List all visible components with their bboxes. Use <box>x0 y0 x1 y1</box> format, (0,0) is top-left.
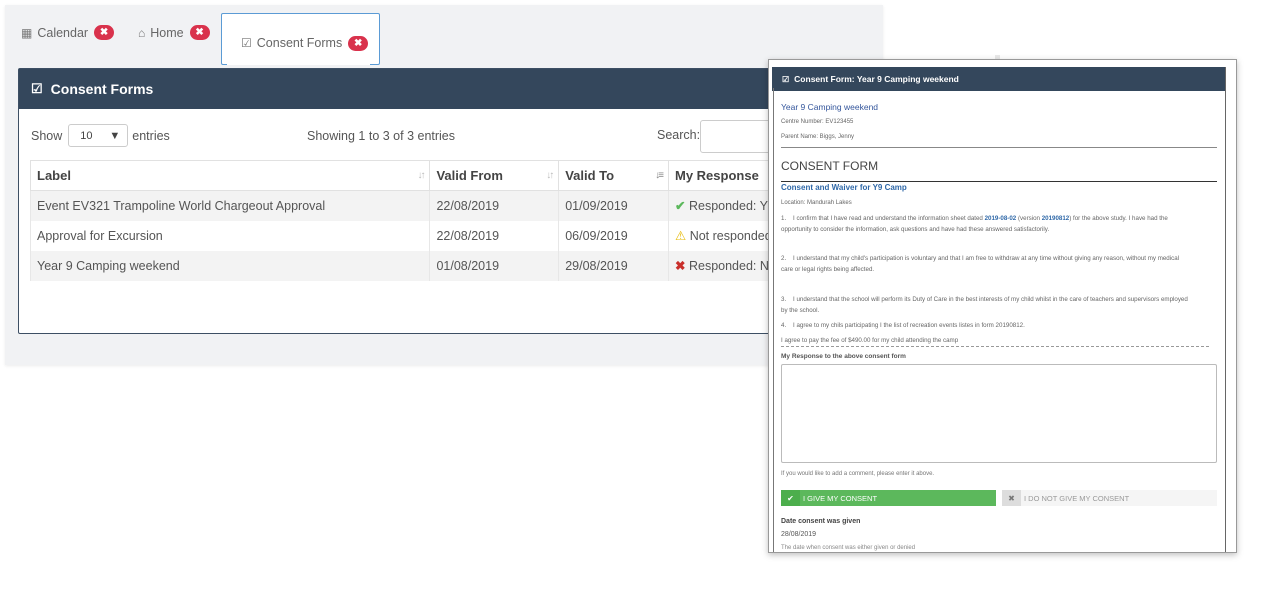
cell-valid-to: 29/08/2019 <box>558 250 669 281</box>
tab-calendar-label: Calendar <box>37 25 89 40</box>
entries-control: Show 10 ▼ entries <box>31 124 170 147</box>
event-name: Year 9 Camping weekend <box>781 102 879 112</box>
parent-name: Parent Name: Biggs, Jenny <box>781 134 855 140</box>
form-subtitle: Consent and Waiver for Y9 Camp <box>781 183 907 192</box>
table-row[interactable]: Approval for Excursion 22/08/2019 06/09/… <box>29 220 790 251</box>
tab-home[interactable]: ⌂ Home ✖ <box>138 25 210 40</box>
search-label: Search: <box>657 128 701 142</box>
close-icon[interactable]: ✖ <box>348 35 369 51</box>
fee-line: I agree to pay the fee of $490.00 for my… <box>781 337 959 344</box>
close-icon[interactable]: ✖ <box>189 25 210 40</box>
close-icon[interactable]: ✖ <box>94 25 115 40</box>
check-square-icon: ☑ <box>782 74 790 84</box>
cell-label: Event EV321 Trampoline World Chargeout A… <box>29 190 431 221</box>
date-value: 28/08/2019 <box>781 531 817 538</box>
cross-icon: ✖ <box>1002 490 1021 506</box>
header-label[interactable]: Label ↓↑ <box>29 160 431 191</box>
screen: ▦ Calendar ✖ ⌂ Home ✖ ☑ Consent Forms ✖ … <box>0 0 1282 606</box>
sort-icon: ↓↑ <box>546 170 554 181</box>
calendar-icon: ▦ <box>21 25 33 40</box>
chevron-down-icon: ▼ <box>109 129 121 142</box>
clause-2: 2. I understand that my child's participa… <box>781 255 1180 273</box>
modal-left-border <box>773 88 774 552</box>
header-valid-to[interactable]: Valid To ↓≡ <box>558 160 669 191</box>
table-row[interactable]: Year 9 Camping weekend 01/08/2019 29/08/… <box>29 250 790 281</box>
centre-number: Centre Number: EV123455 <box>781 119 854 125</box>
give-consent-label: I GIVE MY CONSENT <box>803 493 878 503</box>
consent-table: Label ↓↑ Valid From ↓↑ Valid To ↓≡ My Respo… <box>29 160 790 281</box>
table-row[interactable]: Event EV321 Trampoline World Chargeout A… <box>29 190 790 221</box>
cell-valid-to: 06/09/2019 <box>558 220 669 251</box>
show-label: Show <box>31 128 63 143</box>
header-valid-from[interactable]: Valid From ↓↑ <box>429 160 560 191</box>
tab-calendar[interactable]: ▦ Calendar ✖ <box>21 25 115 40</box>
cell-label: Approval for Excursion <box>29 220 431 251</box>
modal-header: ☑ Consent Form: Year 9 Camping weekend <box>772 67 1225 91</box>
table-controls: Show 10 ▼ entries Showing 1 to 3 of 3 en… <box>19 109 882 161</box>
cell-valid-from: 22/08/2019 <box>429 220 560 251</box>
check-icon: ✔ <box>781 490 800 506</box>
tab-home-label: Home <box>150 25 184 40</box>
comment-hint: If you would like to add a comment, plea… <box>781 471 935 477</box>
consent-form-modal: ☑ Consent Form: Year 9 Camping weekend Y… <box>768 59 1237 553</box>
check-icon: ✔ <box>675 199 686 214</box>
date-note: The date when consent was either given o… <box>781 545 916 551</box>
card-header: ☑ Consent Forms <box>19 69 882 109</box>
app-panel: ▦ Calendar ✖ ⌂ Home ✖ ☑ Consent Forms ✖ … <box>5 5 883 365</box>
check-square-icon: ☑ <box>31 81 43 96</box>
modal-right-border <box>1225 67 1226 552</box>
clause-3: 3. I understand that the school will perf… <box>781 296 1188 314</box>
entries-label: entries <box>132 128 170 143</box>
date-label: Date consent was given <box>781 518 861 525</box>
home-icon: ⌂ <box>138 25 146 40</box>
sort-desc-icon: ↓≡ <box>655 170 664 181</box>
response-comment-input[interactable] <box>781 364 1217 463</box>
tab-consent-forms-label: Consent Forms <box>256 36 343 50</box>
location: Location: Mandurah Lakes <box>781 200 852 206</box>
divider <box>781 181 1217 182</box>
warning-icon: ⚠ <box>675 229 687 243</box>
tab-bar: ▦ Calendar ✖ ⌂ Home ✖ ☑ Consent Forms ✖ <box>5 5 883 65</box>
clause-4: 4. I agree to my chils participating I th… <box>781 322 1025 329</box>
tab-consent-forms[interactable]: ☑ Consent Forms ✖ <box>221 13 380 65</box>
cell-valid-from: 01/08/2019 <box>429 250 560 281</box>
form-title: CONSENT FORM <box>781 159 879 173</box>
deny-consent-label: I DO NOT GIVE MY CONSENT <box>1024 493 1130 503</box>
card-title: Consent Forms <box>50 81 154 97</box>
table-info: Showing 1 to 3 of 3 entries <box>307 129 456 143</box>
divider <box>781 147 1217 148</box>
deny-consent-button[interactable]: ✖ I DO NOT GIVE MY CONSENT <box>1002 490 1217 506</box>
sort-icon: ↓↑ <box>417 170 425 181</box>
clause-1: 1. I confirm that I have read and underst… <box>781 215 1168 233</box>
dashed-divider <box>781 346 1209 347</box>
entries-select[interactable]: 10 ▼ <box>68 124 129 147</box>
modal-title: Consent Form: Year 9 Camping weekend <box>794 74 959 84</box>
cell-valid-to: 01/09/2019 <box>558 190 669 221</box>
cell-valid-from: 22/08/2019 <box>429 190 560 221</box>
entries-value: 10 <box>80 129 93 142</box>
cell-label: Year 9 Camping weekend <box>29 250 431 281</box>
give-consent-button[interactable]: ✔ I GIVE MY CONSENT <box>781 490 996 506</box>
response-label: My Response to the above consent form <box>781 353 906 360</box>
check-square-icon: ☑ <box>241 36 252 50</box>
cross-icon: ✖ <box>675 259 686 273</box>
